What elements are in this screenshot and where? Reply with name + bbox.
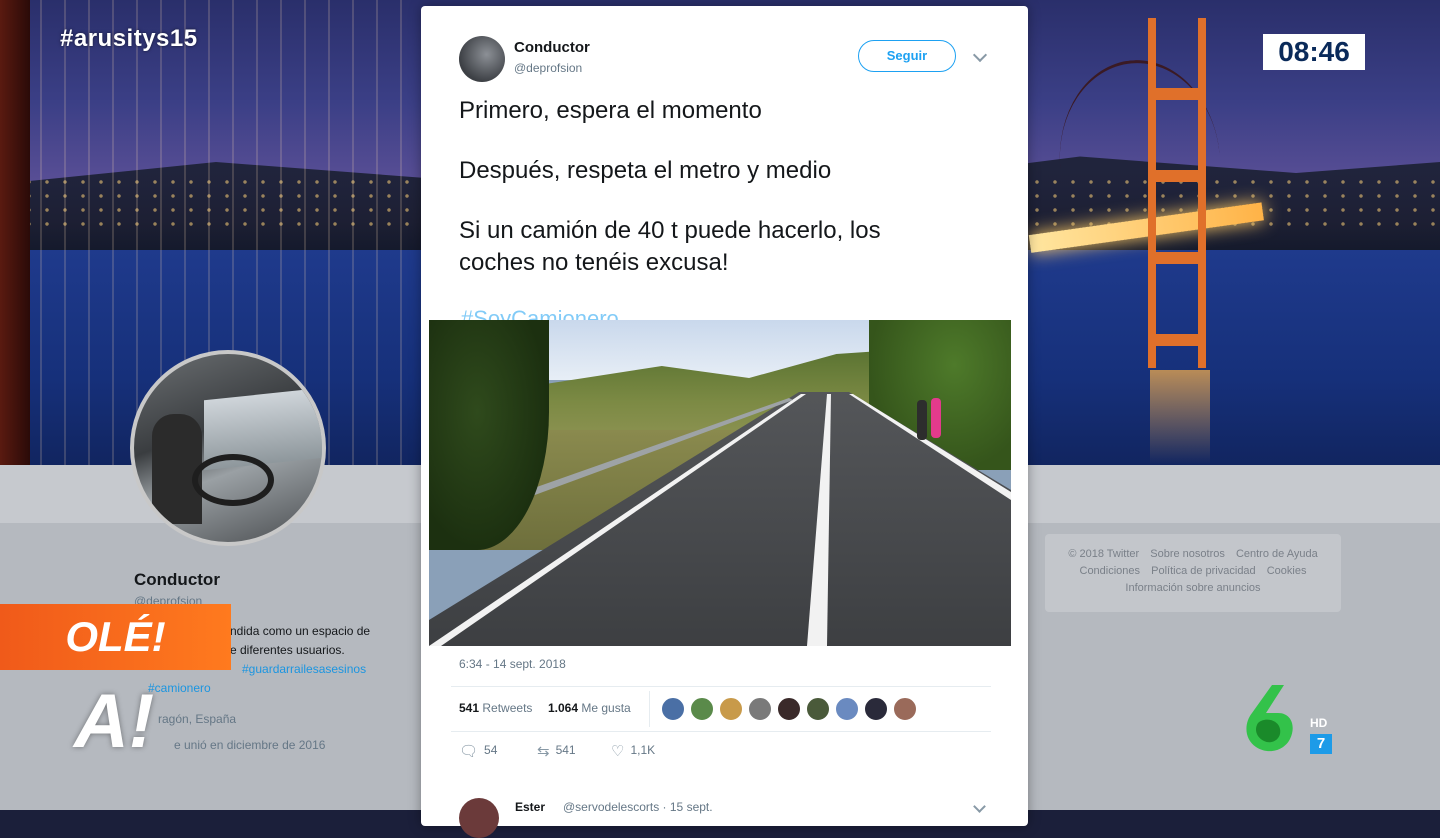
tweet-text-line: coches no tenéis excusa!: [459, 249, 729, 276]
ole-banner-text: OLÉ!: [65, 613, 166, 660]
likes-label: Me gusta: [581, 701, 631, 715]
tweet-text-line: Después, respeta el metro y medio: [459, 157, 832, 184]
likes-stat[interactable]: 1.064 Me gusta: [548, 701, 631, 715]
tweet-text-line: Primero, espera el momento: [459, 97, 762, 124]
liker-avatar[interactable]: [661, 697, 685, 721]
profile-bio-hashtag[interactable]: #camionero: [134, 679, 394, 698]
header-bridge-tower-left: [0, 0, 30, 465]
footer-links: © 2018 Twitter Sobre nosotros Centro de …: [1045, 546, 1341, 597]
footer-link-terms[interactable]: Condiciones: [1080, 565, 1141, 577]
header-bridge-reflection: [1150, 370, 1210, 465]
like-button[interactable]: ♡ 1,1K: [611, 742, 655, 760]
footer-link-about[interactable]: Sobre nosotros: [1150, 548, 1225, 560]
tweet-timestamp[interactable]: 6:34 - 14 sept. 2018: [459, 657, 566, 671]
tweet-media-image[interactable]: [429, 320, 1011, 646]
footer-link-ads-info[interactable]: Información sobre anuncios: [1125, 582, 1260, 594]
tweet-hashtag[interactable]: #SoyCamionero: [461, 306, 619, 320]
profile-joined-text: e unió en diciembre de 2016: [174, 738, 326, 752]
footer-row: Información sobre anuncios: [1045, 580, 1341, 597]
footer-link-cookies[interactable]: Cookies: [1267, 565, 1307, 577]
reply-count: 54: [484, 743, 498, 757]
chevron-down-icon[interactable]: [972, 47, 988, 63]
liker-avatar[interactable]: [719, 697, 743, 721]
profile-joined: e unió en diciembre de 2016: [134, 738, 325, 752]
reply-avatar[interactable]: [459, 798, 499, 838]
reply-author-handle: @servodelescorts · 15 sept.: [563, 800, 713, 814]
liker-avatar[interactable]: [893, 697, 917, 721]
like-count: 1,1K: [630, 743, 656, 757]
stats-divider: [649, 691, 650, 727]
liker-avatar[interactable]: [864, 697, 888, 721]
tweet-actions: 🗨 54 ⇆ 541 ♡ 1,1K: [459, 742, 759, 764]
program-logo: A!: [74, 679, 155, 764]
liker-avatar[interactable]: [835, 697, 859, 721]
liker-avatar[interactable]: [748, 697, 772, 721]
footer-copyright: © 2018 Twitter: [1068, 548, 1140, 560]
tweet-text-line: Si un camión de 40 t puede hacerlo, los: [459, 217, 881, 244]
channel-logo-icon: [1238, 683, 1298, 755]
avatar-steering-wheel: [192, 454, 274, 506]
hd-badge: HD: [1310, 716, 1328, 730]
reply-button[interactable]: 🗨 54: [459, 742, 497, 760]
tweet-author-name[interactable]: Conductor: [514, 39, 590, 56]
follow-button[interactable]: Seguir: [858, 40, 956, 72]
ole-banner: OLÉ!: [0, 604, 231, 670]
reply-author-name[interactable]: Ester: [515, 800, 545, 814]
liker-avatar[interactable]: [806, 697, 830, 721]
media-cyclist: [931, 398, 941, 438]
footer-row: Condiciones Política de privacidad Cooki…: [1045, 563, 1341, 580]
heart-icon: ♡: [611, 743, 625, 760]
footer-link-help[interactable]: Centro de Ayuda: [1236, 548, 1318, 560]
reply-icon: 🗨: [459, 743, 479, 760]
liker-avatars: [661, 697, 922, 721]
tweet-stats: 541 Retweets 1.064 Me gusta: [451, 686, 991, 732]
tweet-author-avatar[interactable]: [459, 36, 505, 82]
likes-count: 1.064: [548, 701, 579, 715]
retweet-button[interactable]: ⇆ 541: [537, 742, 576, 760]
footer-row: © 2018 Twitter Sobre nosotros Centro de …: [1045, 546, 1341, 563]
channel-number-badge: 7: [1310, 734, 1332, 754]
media-cyclist: [917, 400, 927, 440]
profile-avatar[interactable]: [130, 350, 326, 546]
tweet-author-handle[interactable]: @deprofsion: [514, 61, 582, 75]
broadcast-hashtag: #arusitys15: [60, 25, 198, 52]
reply-preview[interactable]: Ester @servodelescorts · 15 sept.: [459, 796, 986, 838]
retweet-icon: ⇆: [537, 743, 550, 760]
broadcast-clock: 08:46: [1263, 34, 1365, 70]
liker-avatar[interactable]: [690, 697, 714, 721]
retweets-label: Retweets: [482, 701, 533, 715]
tweet-card: Conductor @deprofsion Seguir Primero, es…: [421, 6, 1028, 838]
footer-links-box: © 2018 Twitter Sobre nosotros Centro de …: [1045, 534, 1341, 612]
liker-avatar[interactable]: [777, 697, 801, 721]
retweets-stat[interactable]: 541 Retweets: [459, 701, 532, 715]
chevron-down-icon[interactable]: [973, 800, 986, 813]
retweet-count: 541: [555, 743, 576, 757]
footer-link-privacy[interactable]: Política de privacidad: [1151, 565, 1256, 577]
profile-name[interactable]: Conductor: [134, 570, 220, 590]
header-bridge-tower-right: [1148, 18, 1206, 368]
retweets-count: 541: [459, 701, 480, 715]
